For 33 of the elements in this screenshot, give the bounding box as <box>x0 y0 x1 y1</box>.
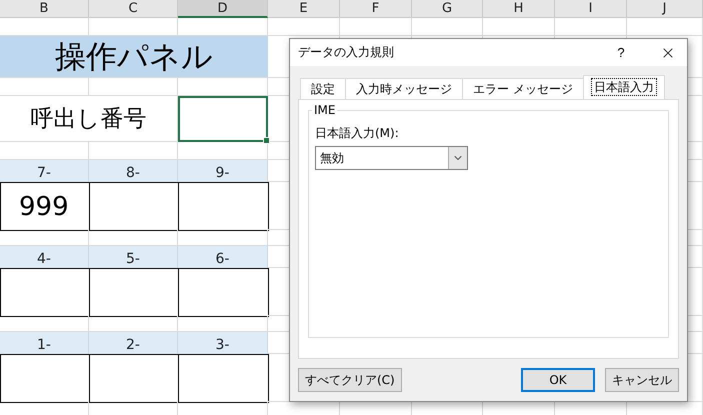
dialog-button[interactable]: すべてクリア(C) <box>298 368 402 392</box>
dialog-button[interactable]: キャンセル <box>605 368 679 392</box>
group-header: 1- <box>0 332 89 354</box>
call-number-label: 呼出し番号 <box>0 96 178 142</box>
group-header: 4- <box>0 246 89 268</box>
column-header[interactable]: E <box>268 0 340 18</box>
help-button[interactable]: ? <box>609 45 633 60</box>
column-header[interactable]: B <box>0 0 89 18</box>
column-header[interactable]: C <box>89 0 178 18</box>
group-header: 6- <box>178 246 268 268</box>
column-header[interactable]: H <box>483 0 555 18</box>
group-label: IME <box>312 103 338 117</box>
dialog-title: データの入力規則 <box>298 44 395 61</box>
group-header: 3- <box>178 332 268 354</box>
tab[interactable]: 日本語入力 <box>582 75 665 99</box>
group-header: 8- <box>89 160 178 182</box>
column-header[interactable]: G <box>412 0 483 18</box>
tab[interactable]: エラー メッセージ <box>462 78 584 99</box>
column-header[interactable]: I <box>555 0 627 18</box>
panel-title: 操作パネル <box>0 36 268 78</box>
field-label: 日本語入力(M): <box>315 125 400 142</box>
mode-dropdown[interactable]: 無効 <box>315 146 468 170</box>
column-header[interactable]: J <box>627 0 703 18</box>
tab[interactable]: 入力時メッセージ <box>345 78 463 99</box>
dialog-button[interactable]: OK <box>521 368 595 392</box>
group-header: 7- <box>0 160 89 182</box>
column-header[interactable]: D <box>178 0 268 18</box>
column-header[interactable]: F <box>340 0 412 18</box>
value-cell[interactable]: 999 <box>0 182 90 231</box>
group-header: 5- <box>89 246 178 268</box>
group-header: 9- <box>178 160 268 182</box>
tab[interactable]: 設定 <box>300 78 346 99</box>
group-header: 2- <box>89 332 178 354</box>
